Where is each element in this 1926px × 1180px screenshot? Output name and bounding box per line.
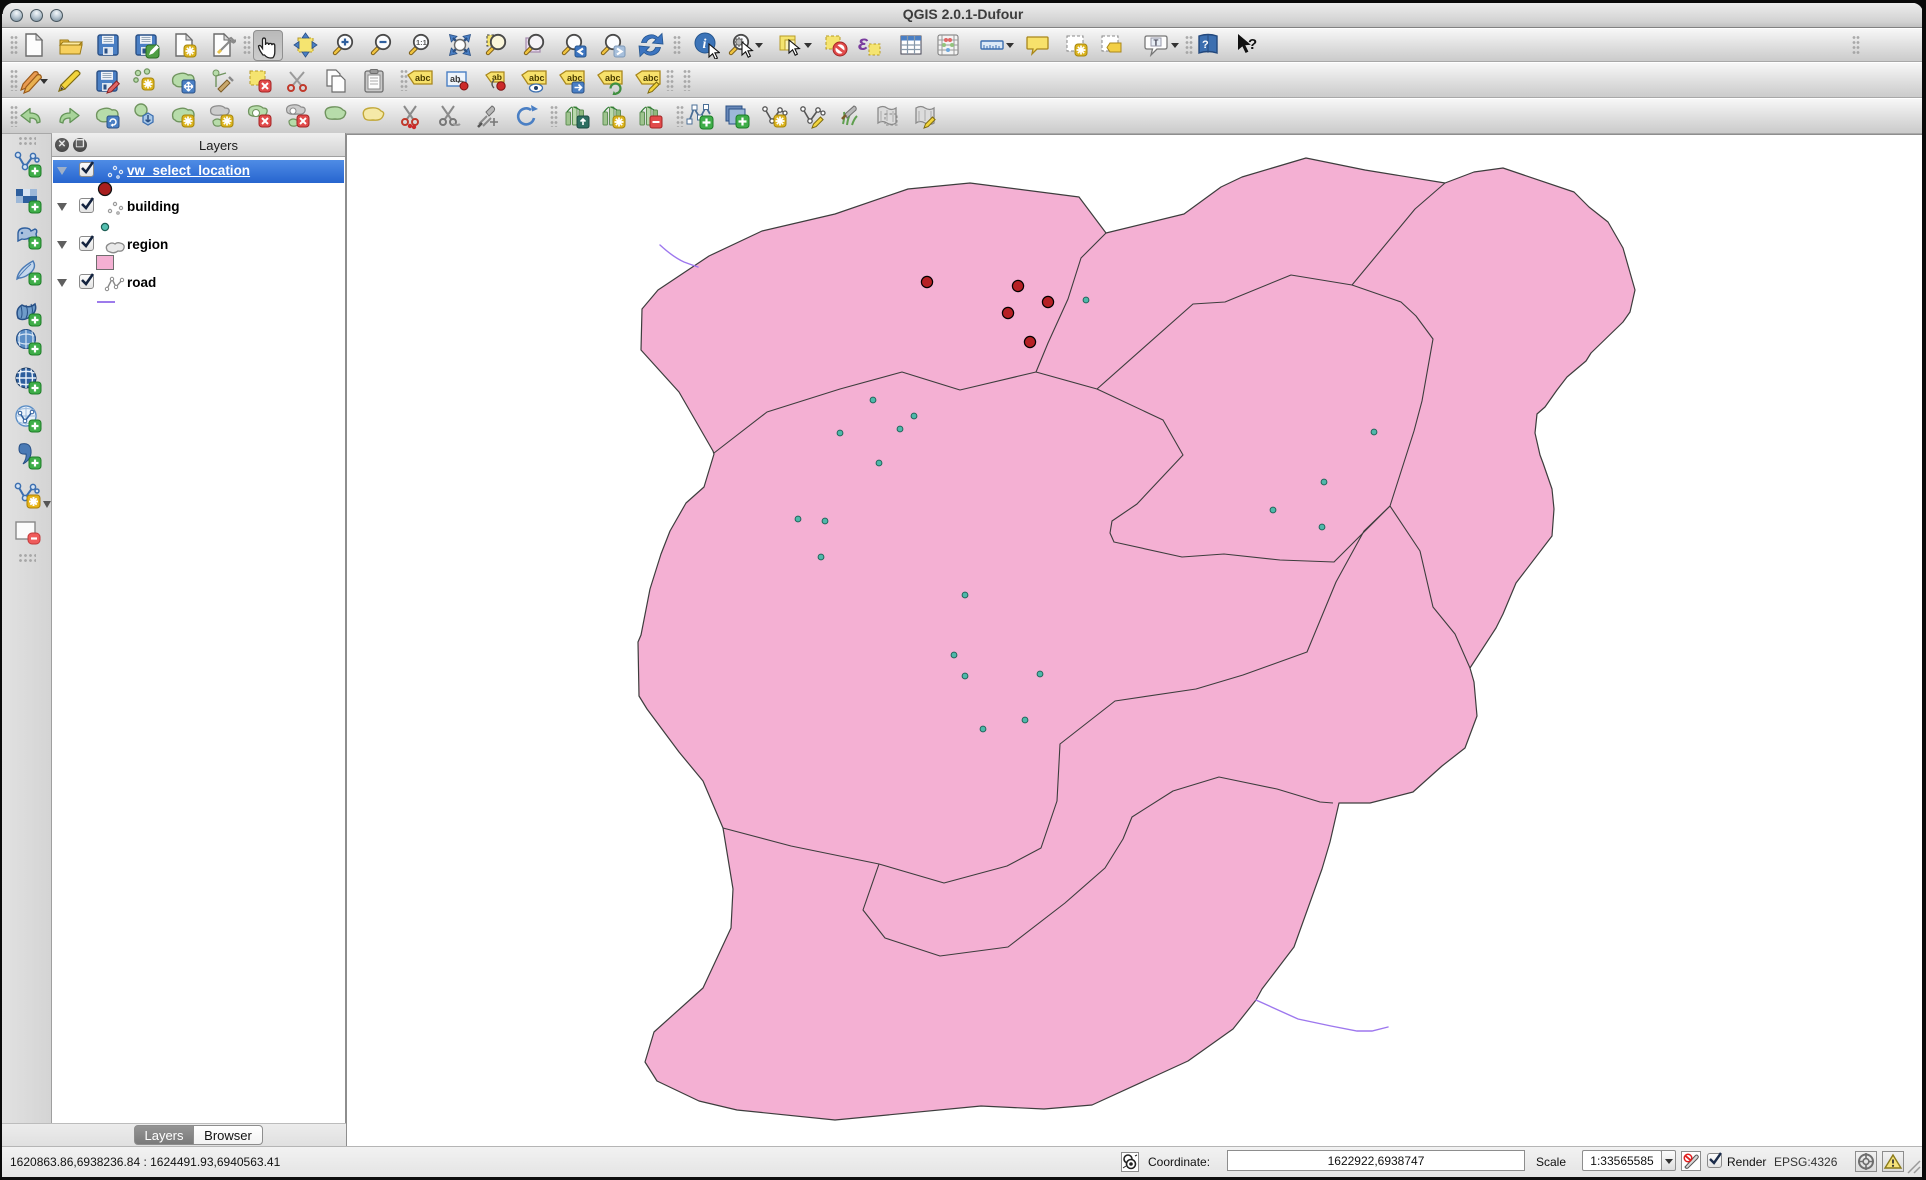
svg-text:1:1: 1:1	[416, 38, 427, 47]
svg-text:T: T	[1154, 39, 1159, 48]
svg-text:?: ?	[1248, 36, 1257, 53]
svg-text:ab: ab	[450, 74, 461, 84]
svg-text:?: ?	[1202, 39, 1209, 51]
svg-text:ε: ε	[858, 32, 869, 55]
svg-text:i: i	[703, 37, 707, 52]
